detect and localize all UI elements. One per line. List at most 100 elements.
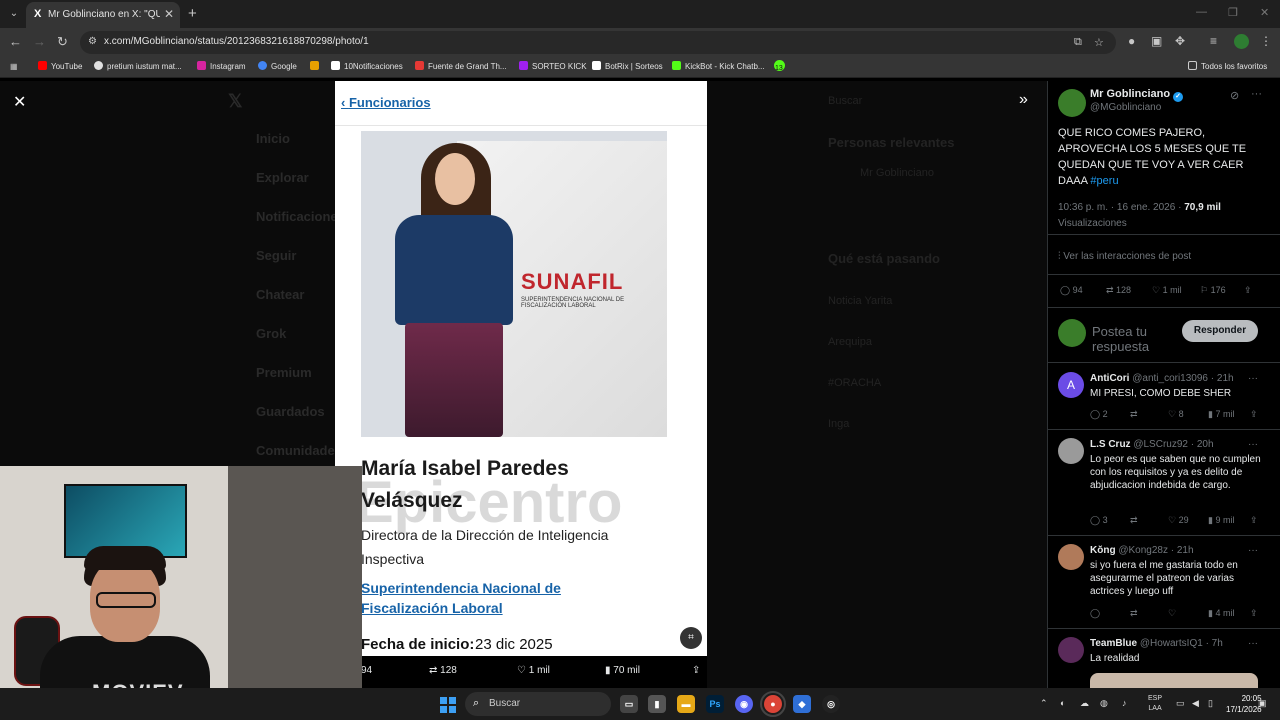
- site-info-icon[interactable]: ⚙: [88, 36, 97, 47]
- reply-input[interactable]: Postea tu respuesta: [1092, 324, 1172, 354]
- tray-overflow-icon[interactable]: ⌃: [1040, 698, 1048, 709]
- windows-start-icon[interactable]: [440, 697, 456, 713]
- app-icon[interactable]: ▮: [648, 695, 666, 713]
- all-bookmarks[interactable]: Todos los favoritos: [1188, 60, 1267, 74]
- view-interactions-link[interactable]: ⫶ Ver las interacciones de post: [1058, 251, 1191, 262]
- share-icon[interactable]: ⇪: [1250, 515, 1258, 526]
- bookmark-10notificaciones[interactable]: 10Notificaciones: [331, 60, 403, 74]
- like-button[interactable]: ♡ 8: [1168, 409, 1184, 420]
- grok-icon[interactable]: ⊘: [1230, 89, 1239, 102]
- reply-button[interactable]: ◯ 3: [1090, 515, 1108, 526]
- views-button[interactable]: ▮ 7 mil: [1208, 409, 1234, 420]
- bookmark-instagram[interactable]: Instagram: [197, 60, 246, 74]
- tray-icon[interactable]: ◍: [1100, 698, 1108, 709]
- tray-icon[interactable]: ◐: [1060, 698, 1065, 708]
- reply-author[interactable]: Kŏng @Kong28z · 21h: [1090, 545, 1194, 556]
- share-icon[interactable]: ⇪: [1250, 608, 1258, 619]
- microphone-icon[interactable]: ♪: [1122, 698, 1127, 708]
- views-button[interactable]: ▮ 70 mil: [605, 665, 640, 676]
- back-icon[interactable]: ←: [9, 34, 22, 49]
- share-icon[interactable]: ⇪: [692, 665, 700, 676]
- maximize-icon[interactable]: ❐: [1228, 6, 1238, 19]
- extension-icon[interactable]: ●: [1128, 34, 1135, 48]
- reply-avatar[interactable]: [1058, 637, 1084, 663]
- collapse-panel-icon[interactable]: »: [1019, 91, 1028, 109]
- more-options-icon[interactable]: ···: [1251, 88, 1262, 100]
- bookmark-youtube[interactable]: YouTube: [38, 60, 82, 74]
- reading-list-icon[interactable]: ≡: [1210, 34, 1217, 48]
- repost-button[interactable]: ⇄: [1130, 608, 1138, 619]
- bookmark-grand-theft[interactable]: Fuente de Grand Th...: [415, 60, 507, 74]
- author-name[interactable]: Mr Goblinciano ✓: [1090, 88, 1184, 102]
- chrome-icon[interactable]: ●: [760, 691, 786, 717]
- bookmark-13[interactable]: 13: [774, 60, 785, 74]
- discord-icon[interactable]: ◉: [735, 695, 753, 713]
- new-tab-icon[interactable]: +: [188, 5, 197, 22]
- address-bar[interactable]: ⚙ x.com/MGoblinciano/status/201236832161…: [80, 31, 1116, 54]
- bookmark-pretium[interactable]: pretium iustum mat...: [94, 60, 182, 74]
- reply-button[interactable]: ◯: [1090, 608, 1100, 619]
- author-avatar[interactable]: [1058, 89, 1086, 117]
- reply-avatar[interactable]: [1058, 438, 1084, 464]
- reload-icon[interactable]: ↻: [57, 34, 68, 50]
- share-icon[interactable]: ⇪: [1244, 285, 1252, 296]
- hashtag-link[interactable]: #peru: [1090, 175, 1118, 187]
- tab-close-icon[interactable]: ✕: [164, 7, 174, 21]
- repost-button[interactable]: ⇄: [1130, 409, 1138, 420]
- taskbar-search[interactable]: ⌕ Buscar: [465, 692, 611, 716]
- bookmark-star-icon[interactable]: ☆: [1094, 36, 1104, 49]
- reply-author[interactable]: L.S Cruz @LSCruz92 · 20h: [1090, 439, 1214, 450]
- window-close-icon[interactable]: ✕: [1260, 6, 1269, 19]
- like-button[interactable]: ♡: [1168, 608, 1176, 619]
- bookmark-kickbot[interactable]: KickBot - Kick Chatb...: [672, 60, 765, 74]
- tweet-photo[interactable]: ‹ Funcionarios SUNAFIL SUPERINTENDENCIA …: [335, 81, 707, 656]
- volume-icon[interactable]: ◀: [1192, 698, 1199, 709]
- app-icon[interactable]: ◆: [793, 695, 811, 713]
- language-indicator[interactable]: ESP LAA: [1148, 694, 1162, 714]
- bookmark-botrix[interactable]: BotRix | Sorteos: [592, 60, 663, 74]
- apps-icon[interactable]: ▦: [10, 60, 18, 74]
- system-clock[interactable]: 20:05 17/1/2026: [1226, 693, 1262, 715]
- like-button[interactable]: ♡ 1 mil: [1152, 285, 1182, 296]
- file-explorer-icon[interactable]: ▬: [677, 695, 695, 713]
- task-view-icon[interactable]: ▭: [620, 695, 638, 713]
- repost-button[interactable]: ⇄ 128: [429, 665, 457, 676]
- like-button[interactable]: ♡ 29: [1168, 515, 1189, 526]
- like-button[interactable]: ♡ 1 mil: [517, 665, 550, 676]
- more-options-icon[interactable]: ···: [1248, 545, 1258, 556]
- more-options-icon[interactable]: ···: [1248, 638, 1258, 649]
- close-viewer-icon[interactable]: ✕: [13, 92, 26, 112]
- profile-avatar[interactable]: [1234, 34, 1249, 49]
- bookmark-sorteo-kick[interactable]: SORTEO KICK: [519, 60, 587, 74]
- notification-icon[interactable]: ▣: [1258, 698, 1267, 709]
- browser-tab[interactable]: X Mr Goblinciano en X: "QUE RIC ✕: [26, 2, 180, 28]
- reply-count[interactable]: 94: [361, 665, 372, 676]
- reply-button[interactable]: ◯ 2: [1090, 409, 1108, 420]
- url-text[interactable]: x.com/MGoblinciano/status/20123683216188…: [104, 36, 369, 47]
- reply-author[interactable]: AntiCori @anti_cori13096 · 21h: [1090, 373, 1234, 384]
- network-icon[interactable]: ▭: [1176, 698, 1185, 709]
- author-handle[interactable]: @MGoblinciano: [1090, 102, 1161, 113]
- browser-menu-icon[interactable]: ⋮: [1260, 34, 1272, 48]
- photoshop-icon[interactable]: Ps: [706, 695, 724, 713]
- share-icon[interactable]: ⇪: [1250, 409, 1258, 420]
- install-icon[interactable]: ⧉: [1074, 36, 1082, 49]
- repost-button[interactable]: ⇄: [1130, 515, 1138, 526]
- reply-media[interactable]: [1090, 673, 1258, 688]
- minimize-icon[interactable]: —: [1196, 6, 1207, 18]
- image-search-icon[interactable]: ⌗: [680, 627, 702, 649]
- reply-submit-button[interactable]: Responder: [1182, 320, 1258, 342]
- forward-icon[interactable]: →: [33, 34, 46, 49]
- more-options-icon[interactable]: ···: [1248, 373, 1258, 384]
- views-button[interactable]: ▮ 9 mil: [1208, 515, 1234, 526]
- battery-icon[interactable]: ▯: [1208, 698, 1213, 709]
- extension-icon[interactable]: ▣: [1151, 34, 1162, 48]
- reply-avatar[interactable]: A: [1058, 372, 1084, 398]
- more-options-icon[interactable]: ···: [1248, 439, 1258, 450]
- reply-avatar[interactable]: [1058, 544, 1084, 570]
- reply-author[interactable]: TeamBlue @HowartsIQ1 · 7h: [1090, 638, 1223, 649]
- extensions-puzzle-icon[interactable]: ✥: [1175, 34, 1185, 48]
- tray-icon[interactable]: ☁: [1080, 698, 1089, 709]
- views-button[interactable]: ▮ 4 mil: [1208, 608, 1234, 619]
- bookmark-google[interactable]: Google: [258, 60, 297, 74]
